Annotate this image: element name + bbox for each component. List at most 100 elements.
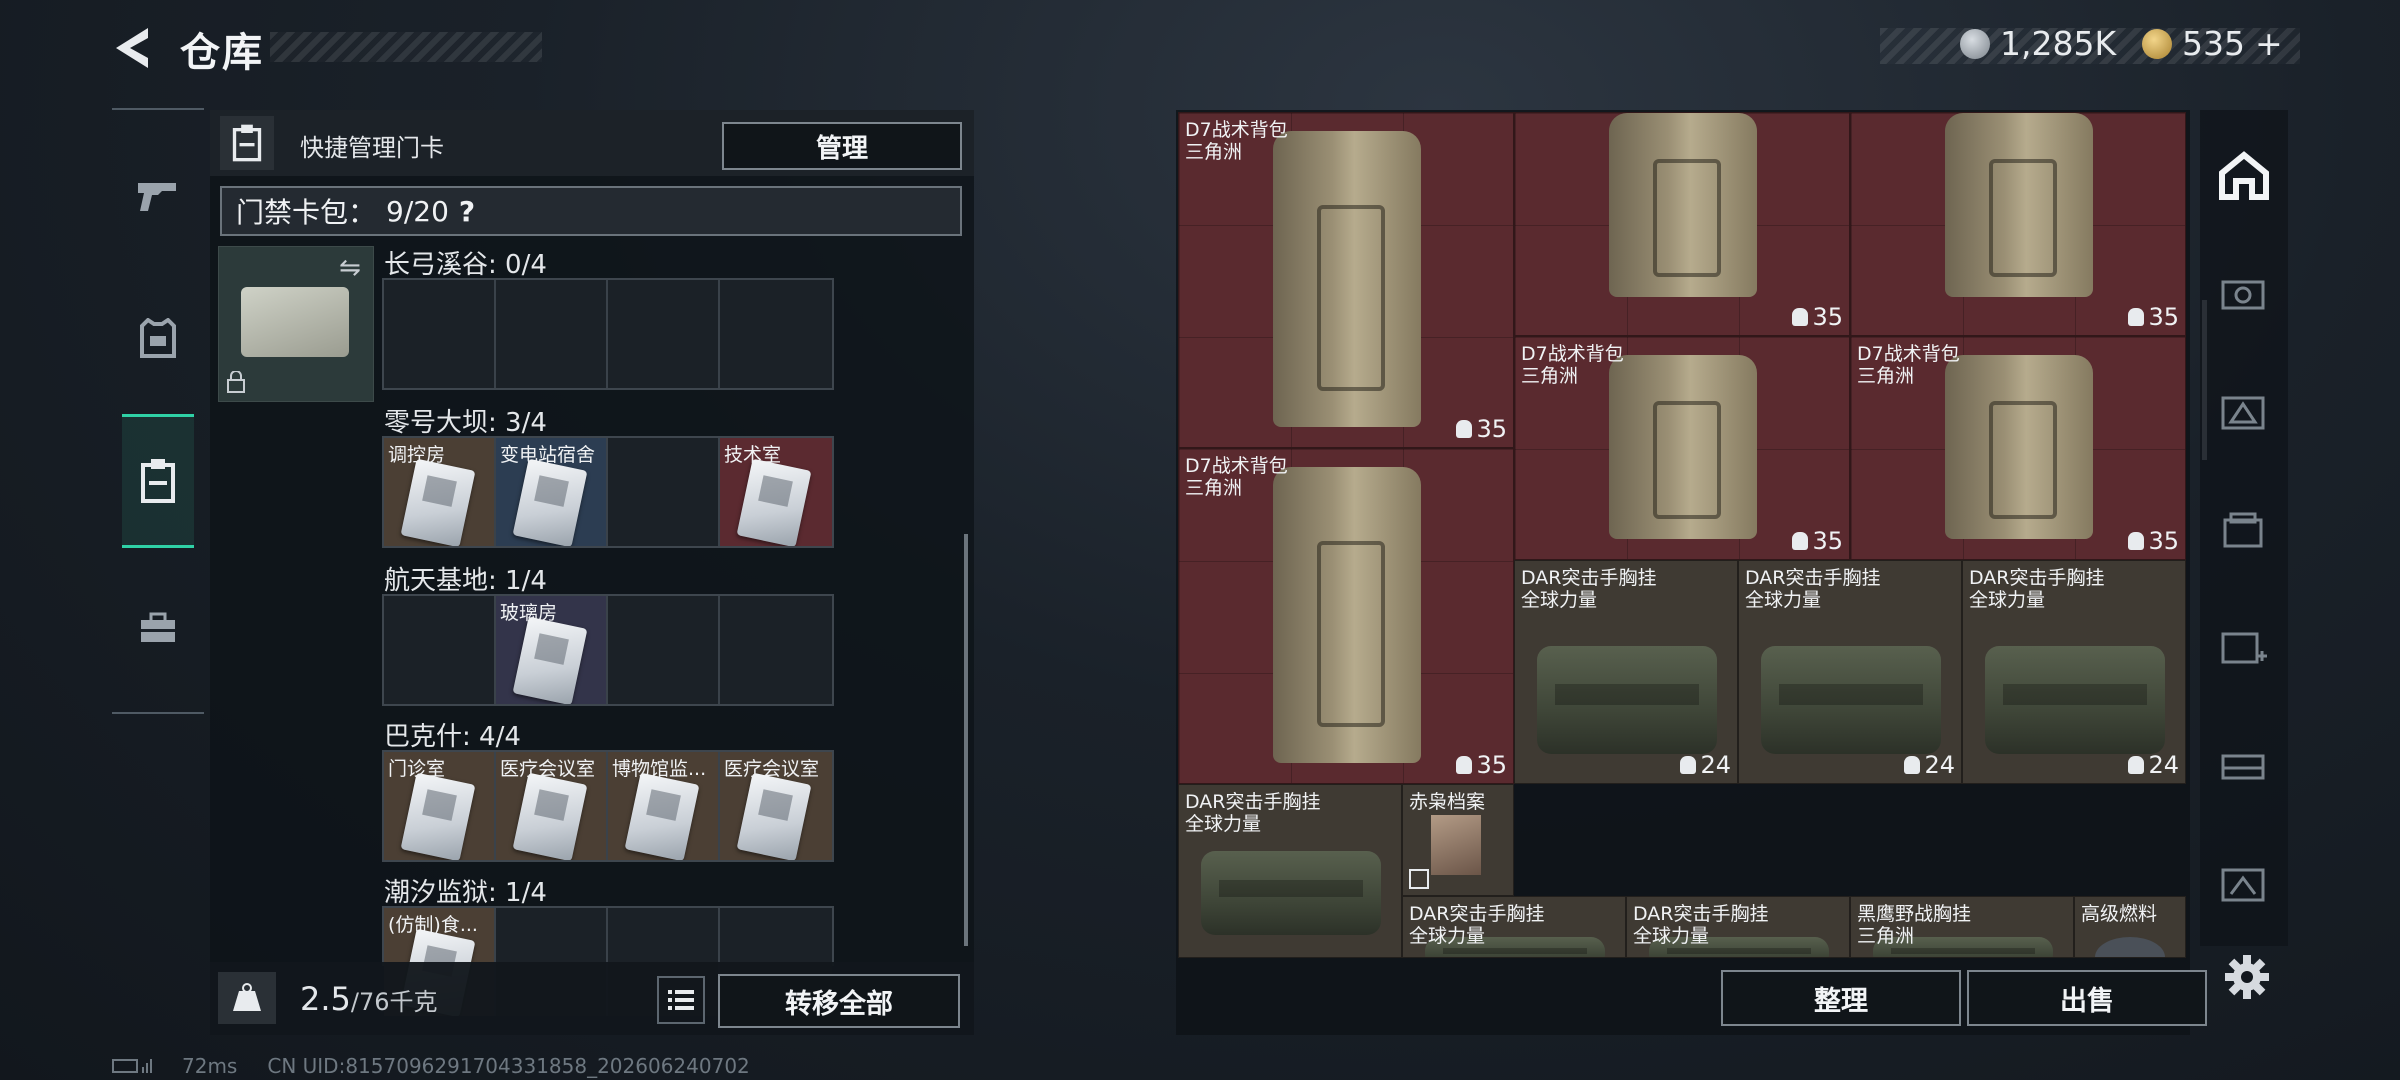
item-count: 35 — [1476, 415, 1507, 443]
item-title: 黑鹰野战胸挂 — [1857, 903, 1972, 925]
item-count: 35 — [2148, 527, 2179, 555]
item-name: DAR突击手胸挂 全球力量 — [1185, 791, 1321, 835]
inventory-item[interactable]: 35 — [1850, 112, 2186, 336]
keycard-image — [400, 772, 476, 860]
inventory-item[interactable]: DAR突击手胸挂 全球力量 24 — [1962, 560, 2186, 784]
keycard-slot[interactable]: 医疗会议室 — [496, 752, 608, 860]
rail-backpacks[interactable] — [2210, 732, 2278, 800]
weapon-tab[interactable] — [122, 148, 194, 244]
empty-keycard-slot[interactable] — [608, 596, 720, 704]
inventory-item[interactable]: D7战术背包 三角洲 35 — [1514, 336, 1850, 560]
transfer-all-button[interactable]: 转移全部 — [718, 974, 960, 1028]
sell-button[interactable]: 出售 — [1967, 970, 2207, 1026]
keycard-name: 医疗会议室 — [500, 758, 596, 780]
attachment-slot-icon — [2221, 280, 2265, 310]
armor-icon — [140, 318, 176, 358]
keycard-slot[interactable]: 玻璃房 — [496, 596, 608, 704]
inventory-item[interactable]: D7战术背包 三角洲 35 — [1178, 448, 1514, 784]
inventory-item[interactable]: D7战术背包 三角洲 35 — [1178, 112, 1514, 448]
keycard-name: 医疗会议室 — [724, 758, 820, 780]
rail-medical[interactable] — [2210, 614, 2278, 682]
empty-keycard-slot[interactable] — [608, 280, 720, 388]
keycard-header-icon — [220, 116, 274, 170]
empty-keycard-slot[interactable] — [720, 280, 832, 388]
item-durability: 35 — [2128, 303, 2179, 331]
inventory-item[interactable]: 赤枭档案 — [1402, 784, 1514, 896]
inventory-item[interactable]: DAR突击手胸挂 全球力量 — [1626, 896, 1850, 958]
manage-button[interactable]: 管理 — [722, 122, 962, 170]
keycard-slot[interactable]: 调控房 — [384, 438, 496, 546]
item-durability: 35 — [1792, 527, 1843, 555]
item-title: DAR突击手胸挂 — [1409, 903, 1545, 925]
item-brand: 全球力量 — [1969, 589, 2046, 611]
keycard-slot[interactable]: 门诊室 — [384, 752, 496, 860]
inventory-item[interactable]: D7战术背包 三角洲 35 — [1850, 336, 2186, 560]
map-slot-icon — [2221, 396, 2265, 430]
backpack-capacity-icon — [2128, 532, 2145, 550]
empty-keycard-slot[interactable] — [384, 280, 496, 388]
pistol-icon — [138, 183, 176, 211]
inventory-item[interactable]: DAR突击手胸挂 全球力量 24 — [1738, 560, 1962, 784]
keycard-bag-thumbnail[interactable]: ⇋ — [218, 246, 374, 402]
quick-manage-header: 快捷管理门卡 管理 — [210, 110, 974, 176]
back-arrow-icon[interactable] — [112, 26, 154, 70]
empty-keycard-slot[interactable] — [608, 438, 720, 546]
toolbox-tab[interactable] — [122, 580, 194, 676]
weight-icon — [218, 972, 276, 1024]
rail-home[interactable] — [2210, 142, 2278, 210]
weight-unit: /76千克 — [350, 988, 438, 1016]
silver-coin-icon — [1960, 28, 1990, 59]
item-brand: 三角洲 — [1857, 925, 1915, 947]
inventory-item[interactable]: DAR突击手胸挂 全球力量 — [1402, 896, 1626, 958]
keycard-slot[interactable]: 博物馆监... — [608, 752, 720, 860]
rail-boxes[interactable] — [2210, 496, 2278, 564]
inventory-item[interactable]: 黑鹰野战胸挂 三角洲 — [1850, 896, 2074, 958]
empty-keycard-slot[interactable] — [720, 596, 832, 704]
item-name: D7战术背包 三角洲 — [1521, 343, 1624, 387]
rail-rigs[interactable] — [2210, 850, 2278, 918]
keycard-case-image — [241, 287, 349, 357]
sort-button[interactable]: 整理 — [1721, 970, 1961, 1026]
box-slot-icon — [2223, 512, 2263, 548]
backpack-image — [1945, 355, 2093, 539]
backpack-image — [1273, 467, 1421, 763]
item-durability: 35 — [2128, 527, 2179, 555]
inventory-item[interactable]: DAR突击手胸挂 全球力量 24 — [1514, 560, 1738, 784]
armor-tab[interactable] — [122, 290, 194, 386]
keycard-panel: 快捷管理门卡 管理 门禁卡包： 9/20 ? ⇋ 长弓溪谷: 0/4 零号大坝: … — [210, 110, 974, 1035]
left-nav — [112, 108, 204, 714]
inventory-item[interactable]: 35 — [1514, 112, 1850, 336]
chest-rig-image — [1537, 646, 1717, 754]
card-list-scrollbar[interactable] — [964, 534, 968, 946]
rig-capacity-icon — [1680, 756, 1697, 774]
keycard-slot[interactable]: 技术室 — [720, 438, 832, 546]
keycard-slot[interactable]: 变电站宿舍 — [496, 438, 608, 546]
weight-readout: 2.5/76千克 — [300, 980, 438, 1018]
keycard-slot[interactable]: 医疗会议室 — [720, 752, 832, 860]
rail-attachments[interactable] — [2210, 260, 2278, 328]
uid-readout: CN UID:8157096291704331858_202606240702 — [267, 1054, 750, 1078]
item-name: 黑鹰野战胸挂 三角洲 — [1857, 903, 1971, 947]
keycard-slot-row — [382, 278, 834, 390]
help-icon[interactable]: ? — [459, 195, 475, 228]
item-brand: 三角洲 — [1185, 477, 1243, 499]
ping-readout: 72ms — [182, 1054, 238, 1078]
keycard-image — [736, 458, 812, 546]
gold-currency[interactable]: 535 + — [2142, 24, 2283, 63]
empty-keycard-slot[interactable] — [496, 280, 608, 388]
page-title: 仓库 — [180, 30, 264, 76]
keycard-tab[interactable] — [122, 414, 194, 548]
inventory-item[interactable]: 高级燃料 — [2074, 896, 2186, 958]
fuel-image — [2095, 937, 2165, 957]
swap-icon[interactable]: ⇋ — [339, 253, 361, 283]
list-view-button[interactable] — [657, 976, 705, 1024]
rail-maps[interactable] — [2210, 378, 2278, 446]
empty-keycard-slot[interactable] — [384, 596, 496, 704]
item-title: DAR突击手胸挂 — [1185, 791, 1321, 813]
backpack-image — [1273, 131, 1421, 427]
gold-add-button[interactable]: + — [2255, 24, 2283, 63]
item-name: 赤枭档案 — [1409, 791, 1485, 813]
item-durability: 24 — [1680, 751, 1731, 779]
settings-gear-icon[interactable] — [2222, 952, 2272, 1002]
inventory-item[interactable]: DAR突击手胸挂 全球力量 — [1178, 784, 1402, 958]
